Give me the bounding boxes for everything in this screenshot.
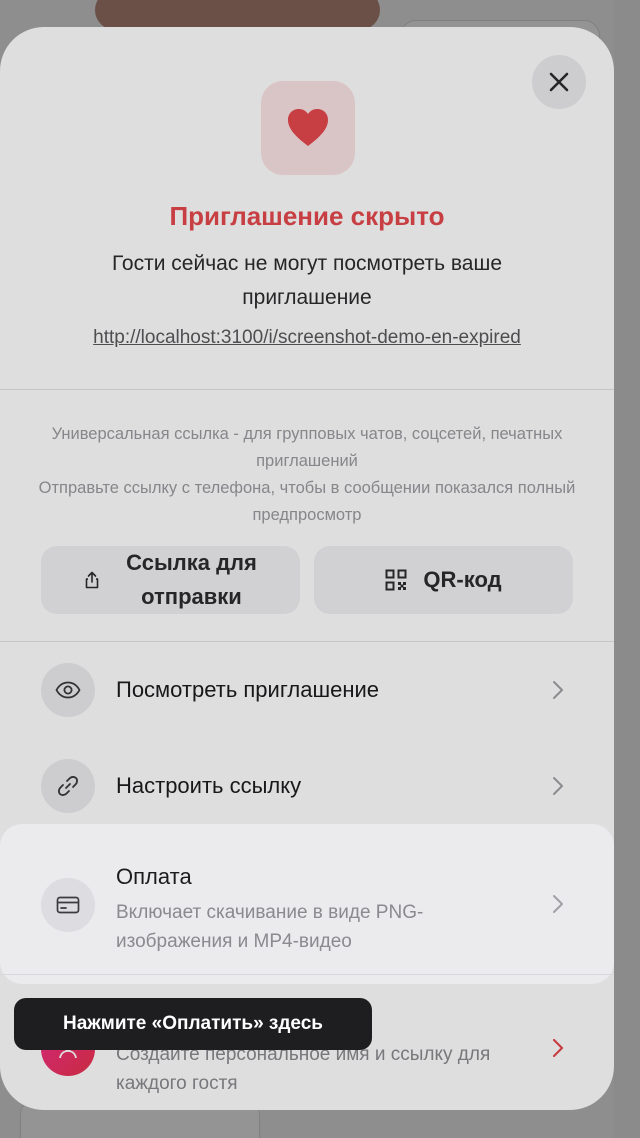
menu-item-payment[interactable]: Оплата Включает скачивание в виде PNG-из… [0, 850, 614, 960]
close-button[interactable] [532, 55, 586, 109]
link-icon [58, 776, 78, 796]
status-icon-tile [261, 81, 355, 175]
heart-icon [288, 109, 328, 146]
chevron-right-icon [553, 777, 563, 795]
link-icon-circle [41, 759, 95, 813]
chevron-right-icon [552, 1038, 564, 1058]
menu-item-label: Посмотреть приглашение [116, 677, 380, 702]
menu-item-label: Оплата [116, 864, 192, 889]
chevron-right-icon [553, 681, 563, 699]
card-icon-circle [41, 878, 95, 932]
share-hint: Универсальная ссылка - для групповых чат… [30, 421, 584, 529]
menu-item-view-invitation[interactable]: Посмотреть приглашение [0, 663, 614, 749]
page-title: Приглашение скрыто [169, 201, 445, 231]
menu-item-description: Включает скачивание в виде PNG-изображен… [116, 902, 424, 952]
divider [0, 974, 614, 975]
menu-item-label: Настроить ссылку [116, 773, 302, 798]
share-hint-universal: Универсальная ссылка - для групповых чат… [51, 425, 563, 470]
eye-icon [55, 681, 81, 699]
share-link-label: Ссылка для отправки [126, 550, 257, 609]
close-icon [549, 72, 569, 92]
share-link-button[interactable]: Ссылка для отправки [41, 546, 300, 614]
qr-code-label: QR-код [423, 567, 502, 592]
payment-highlight: Оплата Включает скачивание в виде PNG-из… [0, 824, 614, 984]
card-icon [56, 896, 80, 914]
share-icon [85, 571, 99, 589]
eye-icon-circle [41, 663, 95, 717]
onboarding-tooltip: Нажмите «Оплатить» здесь [14, 998, 372, 1050]
share-hint-phone: Отправьте ссылку с телефона, чтобы в соо… [38, 479, 576, 524]
divider [0, 641, 614, 642]
qr-code-button[interactable]: QR-код [314, 546, 573, 614]
qr-code-icon [385, 569, 407, 591]
chevron-right-icon [553, 895, 563, 913]
status-description: Гости сейчас не могут посмотреть ваше пр… [111, 252, 503, 309]
divider [0, 389, 614, 390]
invite-link[interactable]: http://localhost:3100/i/screenshot-demo-… [0, 327, 614, 349]
